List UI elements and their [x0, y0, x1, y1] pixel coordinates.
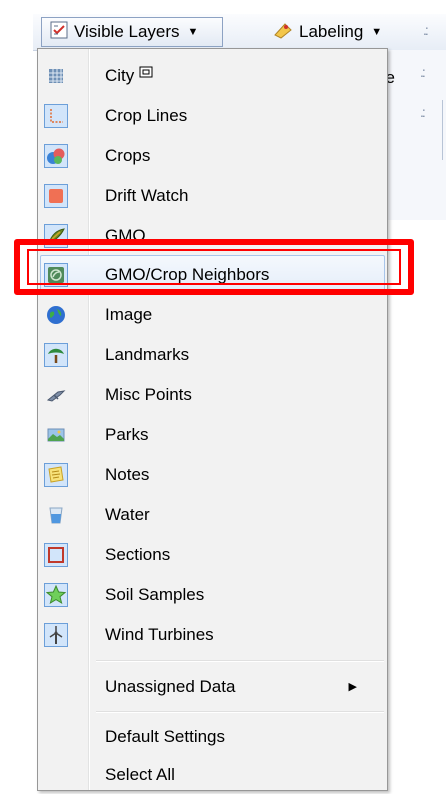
visible-layers-button[interactable]: Visible Layers ▼: [41, 17, 223, 47]
menu-item-sections[interactable]: Sections: [40, 535, 385, 574]
menu-item-label: Water: [105, 504, 150, 524]
menu-item-notes[interactable]: Notes: [40, 455, 385, 494]
menu-item-label: Unassigned Data: [105, 676, 236, 696]
soil-samples-icon: [44, 582, 68, 607]
menu-item-select-all[interactable]: Select All: [40, 755, 385, 794]
menu-item-label: Wind Turbines: [105, 624, 214, 644]
menu-item-label: Landmarks: [105, 344, 190, 364]
chevron-down-icon: ▼: [371, 26, 383, 38]
menu-item-city[interactable]: City: [40, 56, 385, 95]
menu-item-parks[interactable]: Parks: [40, 415, 385, 454]
menu-item-misc-points[interactable]: Misc Points: [40, 375, 385, 414]
menu-item-wind-turbines[interactable]: Wind Turbines: [40, 615, 385, 654]
menu-item-label: Sections: [105, 544, 171, 564]
divider: [442, 100, 443, 160]
menu-item-label: City: [105, 65, 135, 85]
menu-item-drift-watch[interactable]: Drift Watch: [40, 176, 385, 215]
menu-item-crop-lines[interactable]: Crop Lines: [40, 96, 385, 135]
city-grid-icon: [44, 64, 68, 88]
highlight-annotation-inner: [27, 249, 401, 285]
sections-icon: [44, 542, 68, 567]
menu-separator: [96, 711, 384, 713]
menu-item-label: Default Settings: [105, 726, 226, 746]
menu-item-label: Parks: [105, 424, 149, 444]
chevron-down-icon: ▼: [187, 26, 199, 38]
globe-icon: [44, 303, 68, 327]
menu-item-label: Image: [105, 304, 153, 324]
wind-turbine-icon: [44, 622, 68, 647]
menu-item-image[interactable]: Image: [40, 295, 385, 334]
parks-icon: [44, 423, 68, 447]
menu-item-water[interactable]: Water: [40, 495, 385, 534]
water-icon: [44, 503, 68, 527]
crops-icon: [44, 143, 68, 168]
menu-item-default-settings[interactable]: Default Settings: [40, 717, 385, 756]
visible-layers-menu: City Crop Lines Crops Drift Watch GMO GM…: [37, 48, 388, 791]
labeling-button[interactable]: Labeling ▼: [265, 17, 415, 47]
menu-item-label: Crop Lines: [105, 105, 188, 125]
toolbar: Visible Layers ▼ Labeling ▼ .:: [33, 14, 446, 51]
menu-item-label: Misc Points: [105, 384, 192, 404]
menu-item-label: Crops: [105, 145, 151, 165]
crop-lines-icon: [44, 103, 68, 128]
menu-item-label: Select All: [105, 764, 175, 784]
toolbar-grip-icon[interactable]: .:: [420, 104, 426, 120]
menu-item-unassigned-data[interactable]: Unassigned Data ▶: [40, 667, 385, 706]
submenu-arrow-icon: ▶: [348, 681, 357, 693]
toolbar-grip-icon[interactable]: .:: [420, 64, 426, 80]
menu-item-landmarks[interactable]: Landmarks: [40, 335, 385, 374]
labeling-label: Labeling: [299, 22, 364, 41]
checklist-icon: [50, 21, 68, 44]
menu-item-label: Soil Samples: [105, 584, 205, 604]
drift-watch-icon: [44, 183, 68, 208]
misc-points-icon: [44, 383, 68, 407]
menu-item-soil-samples[interactable]: Soil Samples: [40, 575, 385, 614]
landmarks-icon: [44, 342, 68, 367]
menu-separator: [96, 660, 384, 662]
cursor-icon: [138, 64, 154, 85]
menu-item-label: Notes: [105, 464, 150, 484]
labeling-icon: [273, 21, 293, 44]
menu-item-label: Drift Watch: [105, 185, 189, 205]
menu-item-crops[interactable]: Crops: [40, 136, 385, 175]
notes-icon: [44, 462, 68, 487]
toolbar-grip-icon[interactable]: .:: [423, 22, 429, 38]
visible-layers-label: Visible Layers: [74, 22, 180, 41]
